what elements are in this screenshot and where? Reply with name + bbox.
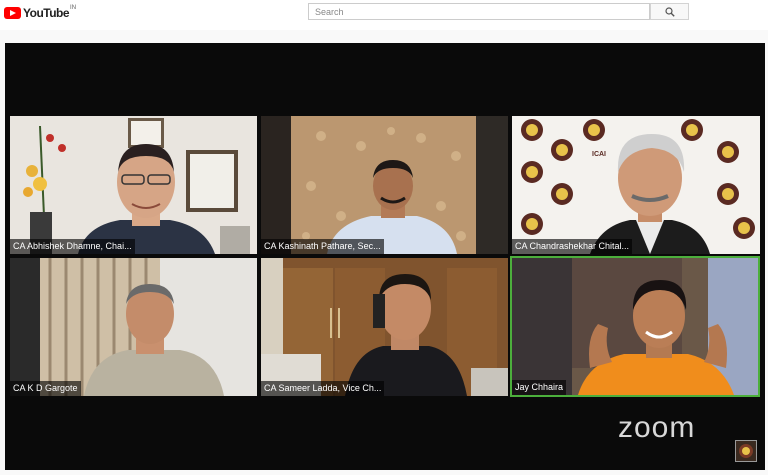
participant-tile-2: CA Kashinath Pathare, Sec...	[261, 116, 508, 254]
youtube-play-icon	[4, 7, 21, 19]
participant-name-5: CA Sameer Ladda, Vice Ch...	[261, 381, 385, 396]
participant-video-2	[261, 116, 508, 254]
participant-name-6: Jay Chhaira	[512, 380, 567, 395]
youtube-header: YouTube IN Search	[0, 0, 768, 30]
video-player[interactable]: CA Abhishek Dhamne, Chai... CA Kashinath…	[5, 43, 765, 470]
participant-name-2: CA Kashinath Pathare, Sec...	[261, 239, 384, 254]
participant-tile-5: CA Sameer Ladda, Vice Ch...	[261, 258, 508, 396]
search-icon	[664, 6, 675, 17]
participant-tile-6-active-speaker: Jay Chhaira	[510, 256, 760, 397]
participant-tile-4: CA K D Gargote	[10, 258, 257, 396]
search-button[interactable]	[650, 3, 689, 20]
participant-name-3: CA Chandrashekhar Chital...	[512, 239, 633, 254]
search-input[interactable]: Search	[308, 3, 650, 20]
search-placeholder: Search	[315, 7, 344, 17]
participant-name-4: CA K D Gargote	[10, 381, 81, 396]
participant-tile-3: ICAI CA Chandrashekhar Chital...	[512, 116, 760, 254]
zoom-logo: zoom	[618, 411, 696, 444]
participant-name-1: CA Abhishek Dhamne, Chai...	[10, 239, 135, 254]
participant-video-5	[261, 258, 508, 396]
participant-video-1	[10, 116, 257, 254]
region-code: IN	[70, 5, 77, 11]
channel-watermark-icon[interactable]	[735, 440, 757, 462]
participant-video-3: ICAI	[512, 116, 760, 254]
icai-emblem-icon	[739, 444, 753, 458]
youtube-logo[interactable]: YouTube IN	[4, 5, 76, 21]
participant-video-4	[10, 258, 257, 396]
icai-label: ICAI	[592, 151, 606, 158]
participant-tile-1: CA Abhishek Dhamne, Chai...	[10, 116, 257, 254]
youtube-wordmark: YouTube	[23, 6, 70, 20]
participant-video-6	[512, 258, 758, 395]
